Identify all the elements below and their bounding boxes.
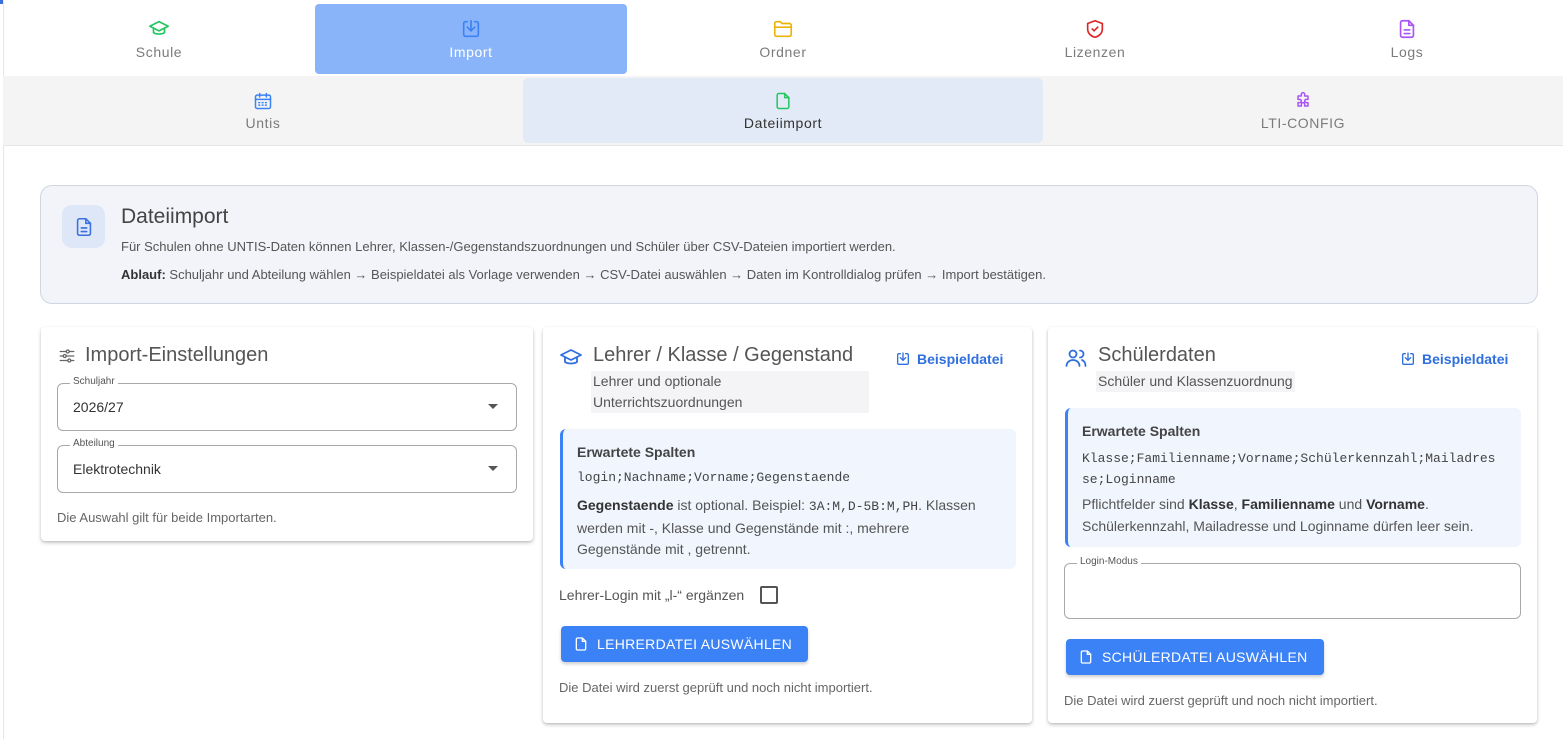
sample-label: Beispieldatei [917, 351, 1004, 367]
info-flow: Ablauf: Schuljahr und Abteilung wählen →… [121, 267, 1046, 282]
info-description: Für Schulen ohne UNTIS-Daten können Lehr… [121, 239, 896, 254]
desc-line2: werden mit -, Klasse und Gegenstände mit… [577, 519, 910, 536]
desc-bold: Gegenstaende [577, 497, 674, 513]
teacher-subtitle-line1: Lehrer und optionale [593, 373, 722, 389]
req-1: Pflichtfelder sind [1082, 496, 1189, 512]
log-file-icon [1399, 19, 1415, 39]
info-panel: Dateiimport Für Schulen ohne UNTIS-Daten… [40, 185, 1538, 304]
desc-line3: Gegenstände mit , getrennt. [577, 541, 751, 557]
tab-label: Schule [135, 44, 183, 60]
student-subtitle: Schüler und Klassenzuordnung [1096, 371, 1295, 392]
teacher-title: Lehrer / Klasse / Gegenstand [593, 344, 854, 366]
teacher-login-checkbox-label: Lehrer-Login mit „l-“ ergänzen [559, 587, 745, 603]
schuljahr-value: 2026/27 [73, 399, 124, 415]
puzzle-icon [1297, 91, 1309, 107]
download-icon [1402, 352, 1414, 365]
download-icon [897, 352, 909, 365]
schuljahr-select[interactable]: Schuljahr 2026/27 [57, 376, 517, 431]
login-mode-label: Login-Modus [1077, 556, 1141, 567]
teacher-note: Die Datei wird zuerst geprüft und noch n… [559, 680, 873, 695]
sliders-icon [59, 349, 75, 363]
button-label: SCHÜLERDATEI AUSWÄHLEN [1102, 649, 1308, 665]
flow-label: Ablauf: [121, 267, 166, 282]
import-settings-card: Import-Einstellungen Schuljahr 2026/27 A… [41, 327, 533, 541]
teacher-columns-description: Gegenstaende ist optional. Beispiel: 3A:… [577, 495, 1007, 561]
teacher-expected-columns: Erwartete Spalten login;Nachname;Vorname… [560, 429, 1016, 569]
chevron-down-icon [488, 404, 498, 409]
button-label: LEHRERDATEI AUSWÄHLEN [597, 636, 793, 652]
student-title: Schülerdaten [1098, 344, 1216, 366]
select-teacher-file-button[interactable]: LEHRERDATEI AUSWÄHLEN [561, 626, 809, 662]
tab-label: Logs [1390, 44, 1424, 60]
student-required-fields: Pflichtfelder sind Klasse, Familienname … [1082, 494, 1512, 537]
teacher-subtitle: Lehrer und optionale Unterrichtszuordnun… [591, 371, 869, 413]
school-icon [149, 20, 169, 35]
tab-schule[interactable]: Schule [3, 4, 315, 74]
expected-title: Erwartete Spalten [577, 444, 696, 460]
sub-tab-bar: Untis Dateiimport LTI-CONFIG [3, 76, 1563, 146]
req-2: , [1233, 496, 1242, 512]
users-icon [1065, 349, 1087, 367]
teacher-columns: login;Nachname;Vorname;Gegenstaende [577, 470, 851, 485]
teacher-sample-button[interactable]: Beispieldatei [895, 351, 1003, 367]
schuljahr-label: Schuljahr [70, 376, 118, 387]
req-b3: Vorname [1366, 496, 1425, 512]
login-mode-select[interactable]: Login-Modus [1064, 556, 1521, 619]
settings-title: Import-Einstellungen [85, 344, 269, 366]
student-sample-button[interactable]: Beispieldatei [1400, 351, 1508, 367]
req-4: . [1424, 496, 1429, 512]
calendar-icon [254, 92, 272, 109]
req-b2: Familienname [1241, 496, 1335, 512]
abteilung-value: Elektrotechnik [73, 461, 161, 477]
tab-logs[interactable]: Logs [1251, 4, 1563, 74]
sample-label: Beispieldatei [1422, 351, 1509, 367]
select-student-file-button[interactable]: SCHÜLERDATEI AUSWÄHLEN [1066, 639, 1324, 675]
teacher-subtitle-line2: Unterrichtszuordnungen [593, 394, 743, 410]
desc-2: . Klassen [918, 497, 976, 513]
main-tab-bar: Schule Import Ordner Lizenzen Logs [3, 4, 1563, 74]
req-b1: Klasse [1188, 496, 1234, 512]
subtab-label: Untis [245, 114, 281, 131]
columns-line2: se;Loginname [1082, 472, 1176, 487]
desc-1: ist optional. Beispiel: [673, 497, 809, 513]
tab-lizenzen[interactable]: Lizenzen [939, 4, 1251, 74]
req-line2: Schülerkennzahl, Mailadresse und Loginna… [1082, 517, 1474, 534]
teacher-login-checkbox[interactable] [760, 586, 778, 604]
chevron-down-icon [488, 466, 498, 471]
teacher-import-card: Lehrer / Klasse / Gegenstand Lehrer und … [543, 327, 1032, 723]
file-icon [575, 637, 587, 651]
import-icon [462, 19, 480, 38]
tab-label: Lizenzen [1064, 44, 1126, 60]
folder-icon [773, 20, 793, 38]
expected-title: Erwartete Spalten [1082, 423, 1201, 439]
subtab-label: LTI-CONFIG [1260, 114, 1346, 131]
tab-ordner[interactable]: Ordner [627, 4, 939, 74]
tab-label: Import [449, 44, 493, 60]
flow-text: Schuljahr und Abteilung wählen → Beispie… [165, 267, 1046, 282]
subtab-untis[interactable]: Untis [3, 76, 523, 145]
student-note: Die Datei wird zuerst geprüft und noch n… [1064, 693, 1378, 708]
student-columns: Klasse;Familienname;Vorname;Schülerkennz… [1082, 448, 1495, 490]
school-icon [560, 349, 582, 365]
subtab-dateiimport[interactable]: Dateiimport [523, 78, 1043, 143]
shield-icon [1086, 19, 1104, 39]
abteilung-label: Abteilung [70, 438, 118, 449]
student-import-card: Schülerdaten Schüler und Klassenzuordnun… [1048, 327, 1537, 723]
settings-note: Die Auswahl gilt für beide Importarten. [57, 510, 277, 525]
file-icon [1080, 650, 1092, 664]
tab-label: Ordner [759, 44, 807, 60]
subtab-lti-config[interactable]: LTI-CONFIG [1043, 76, 1563, 145]
document-icon [62, 205, 105, 248]
desc-example: 3A:M,D-5B:M,PH [808, 499, 919, 514]
abteilung-select[interactable]: Abteilung Elektrotechnik [57, 438, 517, 493]
student-expected-columns: Erwartete Spalten Klasse;Familienname;Vo… [1065, 408, 1521, 547]
info-title: Dateiimport [121, 205, 229, 228]
subtab-label: Dateiimport [743, 114, 823, 131]
columns-line1: Klasse;Familienname;Vorname;Schülerkennz… [1082, 451, 1496, 466]
file-icon [776, 92, 790, 109]
req-3: und [1334, 496, 1367, 512]
tab-import[interactable]: Import [315, 4, 627, 74]
